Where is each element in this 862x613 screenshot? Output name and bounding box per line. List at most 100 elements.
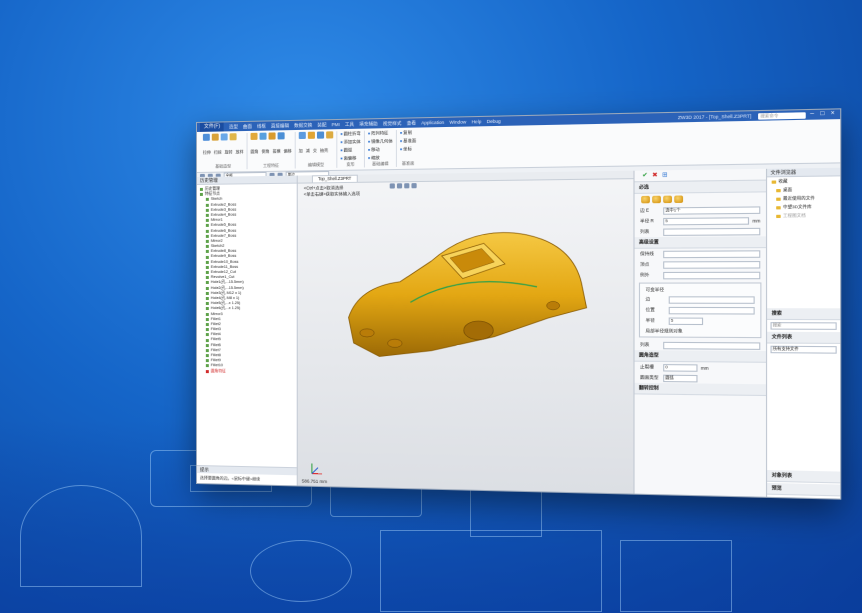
menu-item[interactable]: 直接编辑 bbox=[271, 123, 289, 129]
ribbon-command[interactable]: 添加实体 bbox=[340, 139, 360, 145]
chamfer-icon[interactable] bbox=[260, 133, 267, 140]
ribbon-group-basic-shape: 拉伸 扫掠 旋转 放样 基础造型 bbox=[200, 133, 248, 170]
ribbon-label[interactable]: 减 bbox=[306, 147, 310, 153]
fb-item-label: 最近使用的文件 bbox=[783, 195, 815, 202]
apply-icon[interactable]: ⊞ bbox=[661, 172, 669, 180]
section-overflow[interactable]: 翻转控制 bbox=[635, 383, 766, 396]
offset-icon[interactable] bbox=[278, 132, 285, 139]
file-filter-select[interactable]: 所有支持文件 bbox=[770, 346, 836, 354]
ribbon-label[interactable]: 倒角 bbox=[262, 148, 270, 154]
ribbon-command[interactable]: 圆弧 bbox=[340, 147, 360, 153]
sweep-icon[interactable] bbox=[212, 134, 219, 141]
revolve-icon[interactable] bbox=[221, 133, 228, 140]
ribbon-group-caption: 基础造型 bbox=[203, 163, 244, 170]
menu-item[interactable]: PMI bbox=[332, 122, 340, 127]
menu-item[interactable]: 线框 bbox=[257, 123, 266, 129]
feature-icon bbox=[206, 365, 209, 368]
section-advanced[interactable]: 高级设置 bbox=[635, 236, 766, 248]
feature-icon bbox=[206, 281, 209, 284]
extrude-icon[interactable] bbox=[203, 134, 210, 141]
ribbon-label[interactable]: 抽壳 bbox=[320, 147, 328, 153]
menu-item[interactable]: Application bbox=[421, 120, 444, 126]
ribbon-label[interactable]: 偏移 bbox=[284, 148, 292, 154]
radius2-field[interactable]: 5 bbox=[669, 317, 703, 325]
command-search-input[interactable]: 搜索命令 bbox=[758, 112, 806, 119]
fillet-icon[interactable] bbox=[251, 133, 258, 140]
ribbon-label[interactable]: 旋转 bbox=[225, 149, 233, 155]
menu-item[interactable]: 曲面 bbox=[243, 123, 252, 129]
ribbon-command[interactable]: 圆柱折弯 bbox=[340, 131, 360, 138]
ribbon-command[interactable]: 复制 bbox=[400, 130, 416, 136]
menu-item[interactable]: 数据交换 bbox=[294, 122, 312, 128]
ribbon-command[interactable]: 阵列特征 bbox=[368, 130, 393, 137]
ribbon-label[interactable]: 拉伸 bbox=[203, 149, 211, 155]
cancel-icon[interactable]: ✖ bbox=[651, 172, 659, 180]
tree-item-active[interactable]: 圆角特征 bbox=[200, 369, 294, 375]
variable-radius-label: 可变半径 bbox=[646, 286, 664, 292]
menu-item[interactable]: 工具 bbox=[345, 121, 354, 127]
fillet-type-icon[interactable] bbox=[652, 196, 661, 204]
ribbon-label[interactable]: 扫掠 bbox=[214, 149, 222, 155]
3d-viewport[interactable]: Top_Shell.Z3PRT <Ctrl+点击>取消选择 <单击右键>获取实体… bbox=[298, 171, 634, 494]
menu-item[interactable]: Debug bbox=[487, 119, 501, 124]
edge-field[interactable]: 选中1个 bbox=[663, 206, 760, 214]
feature-icon bbox=[206, 266, 209, 269]
menu-item[interactable]: 造型 bbox=[229, 124, 238, 130]
menu-item[interactable]: Help bbox=[472, 119, 482, 124]
render-icon[interactable] bbox=[397, 183, 402, 188]
rotate-icon[interactable] bbox=[411, 183, 416, 188]
exclude-field[interactable] bbox=[663, 271, 760, 279]
edge2-field[interactable] bbox=[669, 296, 755, 304]
ribbon-label[interactable]: 交 bbox=[313, 147, 317, 153]
object-list-title[interactable]: 对象列表 bbox=[767, 470, 840, 483]
file-menu-tab[interactable]: 文件(F) bbox=[200, 122, 224, 132]
add-icon[interactable] bbox=[299, 132, 306, 139]
minimize-button[interactable]: – bbox=[808, 111, 816, 119]
feature-icon bbox=[206, 287, 209, 290]
fillet-type-icon[interactable] bbox=[663, 196, 672, 204]
menu-item[interactable]: Window bbox=[449, 119, 466, 125]
stop-field[interactable]: 0 bbox=[663, 364, 697, 372]
subtract-icon[interactable] bbox=[308, 132, 315, 139]
view-icon[interactable] bbox=[390, 183, 395, 188]
local-radius-checkbox[interactable]: 局部半径规则对象 bbox=[646, 327, 683, 334]
cad-part-model[interactable] bbox=[338, 213, 591, 370]
fillet-type-icon[interactable] bbox=[641, 196, 650, 203]
maximize-button[interactable]: □ bbox=[818, 111, 826, 119]
menu-item[interactable]: 视觉样式 bbox=[383, 120, 402, 127]
menu-item[interactable]: 装配 bbox=[317, 122, 326, 128]
fb-item[interactable]: 工程图文档 bbox=[767, 211, 840, 220]
ribbon-label[interactable]: 放样 bbox=[236, 149, 244, 155]
file-list-title[interactable]: 文件列表 bbox=[767, 332, 840, 344]
ribbon-command[interactable]: 移动 bbox=[368, 147, 393, 154]
shell-icon[interactable] bbox=[326, 131, 333, 138]
feature-icon bbox=[206, 297, 209, 300]
zoom-icon[interactable] bbox=[404, 183, 409, 188]
position-field[interactable] bbox=[669, 306, 755, 314]
draft-icon[interactable] bbox=[269, 132, 276, 139]
keep-line-field[interactable] bbox=[663, 250, 760, 258]
search-title[interactable]: 搜索 bbox=[767, 308, 840, 320]
list2-field[interactable] bbox=[663, 341, 760, 349]
ribbon-command[interactable]: 基准面 bbox=[400, 138, 416, 144]
close-button[interactable]: × bbox=[829, 111, 837, 119]
ribbon-command[interactable]: 坐标 bbox=[400, 146, 416, 152]
ribbon-label[interactable]: 加 bbox=[299, 148, 303, 154]
ribbon-label[interactable]: 圆角 bbox=[251, 148, 259, 154]
preview-title[interactable]: 预览 bbox=[767, 483, 840, 497]
corner-type-select[interactable]: 圆弧 bbox=[663, 374, 697, 382]
fillet-type-icon[interactable] bbox=[674, 195, 683, 203]
file-search-input[interactable]: 搜索 bbox=[770, 322, 836, 330]
ribbon-command[interactable]: 镜像几何体 bbox=[368, 138, 393, 145]
vertex-field[interactable] bbox=[663, 260, 760, 268]
list-field[interactable] bbox=[663, 227, 760, 235]
menu-item[interactable]: 查看 bbox=[407, 120, 416, 126]
feature-icon bbox=[206, 204, 209, 207]
radius-field[interactable]: 5 bbox=[663, 217, 749, 225]
loft-icon[interactable] bbox=[230, 133, 237, 140]
ribbon-label[interactable]: 拔模 bbox=[273, 148, 281, 154]
intersect-icon[interactable] bbox=[317, 131, 324, 138]
document-tab[interactable]: Top_Shell.Z3PRT bbox=[312, 175, 358, 183]
confirm-icon[interactable]: ✔ bbox=[641, 172, 649, 180]
menu-item[interactable]: 填充辅助 bbox=[359, 121, 378, 128]
